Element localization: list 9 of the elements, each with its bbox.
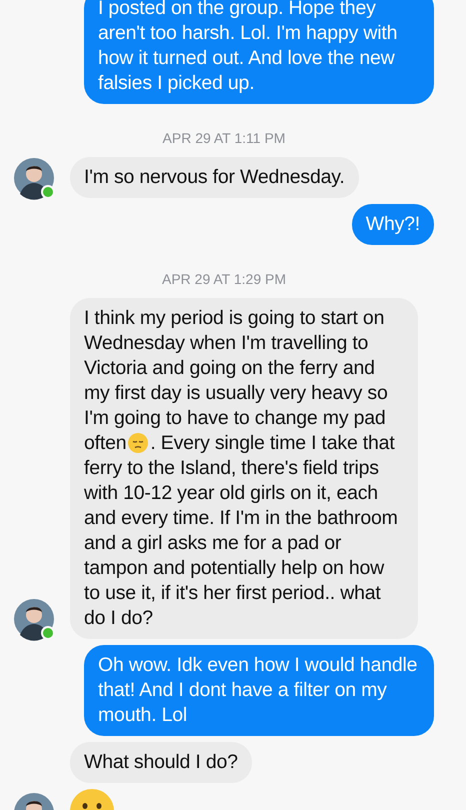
- received-message: What should I do?: [70, 742, 252, 783]
- received-message: I think my period is going to start on Wednesday when I'm travelling to Victoria and going on the ferry and my first day is usually very heavy so I'm going to have to change my pad often . Every single time I take that ferry to the Island, there's field trips with 10-12 year old girls on it, each and every time. If I'm in the bathroom and a girl asks me for a pad or tampon and potentially help on how to use it, if it's her first period.. what do I do?: [70, 298, 418, 639]
- received-message: I'm so nervous for Wednesday.: [70, 157, 359, 198]
- sent-message: I posted on the group. Hope they aren't too harsh. Lol. I'm happy with how it turned out. And love the new falsies I picked up.: [84, 0, 434, 104]
- sent-message: Oh wow. Idk even how I would handle that! And I dont have a filter on my mouth. Lol: [84, 645, 434, 736]
- timestamp: APR 29 AT 1:29 PM: [162, 271, 286, 287]
- sad-face-icon: [128, 433, 148, 453]
- sent-message: Why?!: [352, 204, 434, 245]
- timestamp: APR 29 AT 1:11 PM: [162, 130, 286, 146]
